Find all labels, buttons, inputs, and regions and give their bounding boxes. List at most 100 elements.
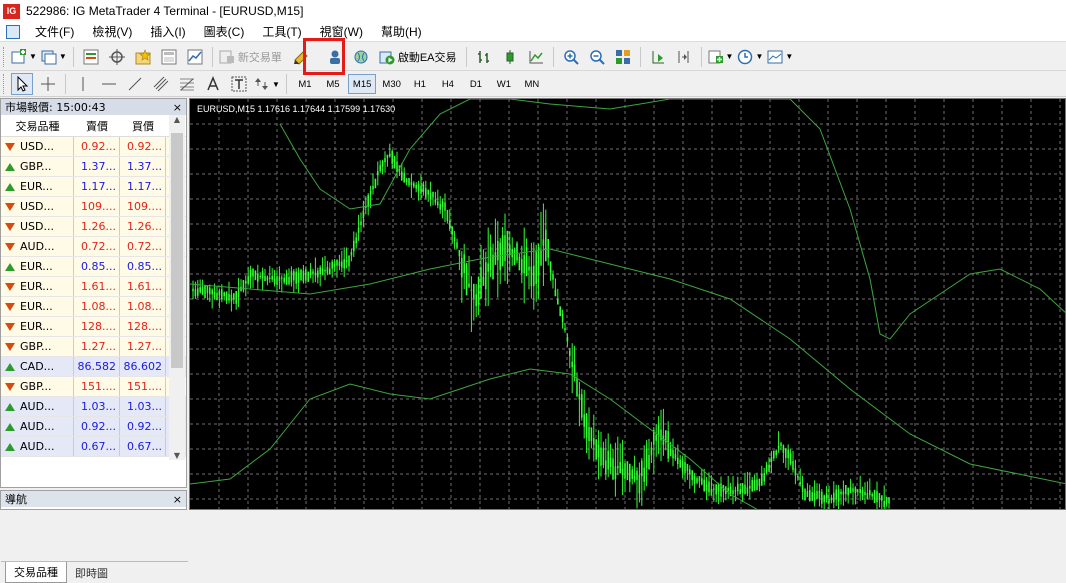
indicators-button[interactable]: ▼ <box>708 46 733 68</box>
timeframe-h4[interactable]: H4 <box>435 74 461 94</box>
tester-button[interactable] <box>184 46 206 68</box>
candle-body <box>629 463 631 483</box>
market-watch-row[interactable]: EUR... 1.17... 1.17... <box>1 177 186 197</box>
close-icon[interactable]: × <box>173 493 182 506</box>
timeframe-m30[interactable]: M30 <box>378 74 404 94</box>
data-window-button[interactable] <box>106 46 128 68</box>
column-header-ask[interactable]: 買價 <box>120 118 166 134</box>
close-icon[interactable]: × <box>173 101 182 114</box>
timeframe-h1[interactable]: H1 <box>407 74 433 94</box>
candlestick-button[interactable] <box>499 46 521 68</box>
market-watch-row[interactable]: EUR... 1.08... 1.08... <box>1 297 186 317</box>
candle-body <box>252 268 254 277</box>
bar-chart-button[interactable] <box>473 46 495 68</box>
tile-windows-button[interactable] <box>612 46 634 68</box>
timeframe-m5[interactable]: M5 <box>320 74 346 94</box>
candle-body <box>799 482 801 485</box>
market-watch-row[interactable]: GBP... 1.27... 1.27... <box>1 337 186 357</box>
market-watch-row[interactable]: AUD... 1.03... 1.03... <box>1 397 186 417</box>
horizontal-line-button[interactable] <box>98 73 120 95</box>
crosshair-button[interactable] <box>37 73 59 95</box>
candle-body <box>237 287 240 298</box>
menu-help[interactable]: 幫助(H) <box>372 23 431 40</box>
system-menu-icon[interactable] <box>6 24 20 39</box>
market-watch-row[interactable]: USD... 109.... 109.... <box>1 197 186 217</box>
trendline-button[interactable] <box>124 73 146 95</box>
toolbar-separator <box>700 46 702 67</box>
timeframe-w1[interactable]: W1 <box>491 74 517 94</box>
chart-window[interactable]: EURUSD,M15 1.17616 1.17644 1.17599 1.176… <box>189 98 1066 510</box>
candle-body <box>343 259 345 269</box>
strategy-tester-icon <box>187 49 203 64</box>
market-button[interactable] <box>350 46 372 68</box>
zoom-out-button[interactable] <box>586 46 608 68</box>
new-order-button[interactable]: 新交易單 <box>219 46 282 68</box>
fibonacci-button[interactable] <box>176 73 198 95</box>
profiles-button[interactable]: ▼ <box>41 46 67 68</box>
market-watch-row[interactable]: AUD... 0.72... 0.72... <box>1 237 186 257</box>
column-header-symbol[interactable]: 交易品種 <box>1 118 74 134</box>
cursor-button[interactable] <box>11 73 33 95</box>
text-button[interactable] <box>202 73 224 95</box>
market-watch-row[interactable]: AUD... 0.67... 0.67... <box>1 437 186 457</box>
line-chart-button[interactable] <box>525 46 547 68</box>
price-chart[interactable] <box>190 99 1066 510</box>
menu-file[interactable]: 文件(F) <box>26 23 83 40</box>
scroll-up-icon[interactable]: ▲ <box>169 115 185 124</box>
scrollbar-thumb[interactable] <box>171 133 183 368</box>
column-header-bid[interactable]: 賣價 <box>74 118 120 134</box>
market-watch-row[interactable]: GBP... 151.... 151.... <box>1 377 186 397</box>
line-chart-icon <box>529 50 543 63</box>
market-watch-row[interactable]: EUR... 0.85... 0.85... <box>1 257 186 277</box>
vertical-line-button[interactable] <box>72 73 94 95</box>
menu-insert[interactable]: 插入(I) <box>141 23 194 40</box>
toolbar-grip[interactable] <box>3 74 6 94</box>
market-watch-row[interactable]: CAD... 86.582 86.602 <box>1 357 186 377</box>
periods-button[interactable]: ▼ <box>737 46 763 68</box>
navigator-button[interactable] <box>132 46 154 68</box>
menu-view[interactable]: 檢視(V) <box>83 23 141 40</box>
menu-charts[interactable]: 圖表(C) <box>195 23 254 40</box>
candle-body <box>302 270 305 282</box>
zoom-in-button[interactable] <box>560 46 582 68</box>
menu-window[interactable]: 視窗(W) <box>311 23 372 40</box>
candle-body <box>847 487 849 496</box>
candle-body <box>547 239 549 258</box>
symbol-cell: EUR... <box>1 257 74 276</box>
timeframe-d1[interactable]: D1 <box>463 74 489 94</box>
candle-body <box>590 427 593 442</box>
market-watch-row[interactable]: AUD... 0.92... 0.92... <box>1 417 186 437</box>
auto-trading-button[interactable]: 啟動EA交易 <box>376 46 460 68</box>
auto-scroll-button[interactable] <box>647 46 669 68</box>
symbol-name: CAD... <box>20 360 55 373</box>
signals-button[interactable] <box>324 46 346 68</box>
tab-symbols[interactable]: 交易品種 <box>5 562 67 583</box>
scroll-down-icon[interactable]: ▼ <box>169 451 185 460</box>
terminal-button[interactable] <box>158 46 180 68</box>
market-watch-row[interactable]: EUR... 1.61... 1.61... <box>1 277 186 297</box>
vertical-scrollbar[interactable]: ▲ ▼ <box>169 115 185 460</box>
horizontal-line-icon <box>102 83 116 85</box>
timeframe-mn[interactable]: MN <box>519 74 545 94</box>
candle-body <box>235 290 237 304</box>
candle-body <box>885 496 888 503</box>
market-watch-row[interactable]: GBP... 1.37... 1.37... <box>1 157 186 177</box>
market-watch-button[interactable] <box>80 46 102 68</box>
timeframe-m1[interactable]: M1 <box>292 74 318 94</box>
chart-shift-button[interactable] <box>673 46 695 68</box>
market-watch-row[interactable]: USD... 0.92... 0.92... <box>1 137 186 157</box>
metaeditor-button[interactable] <box>290 46 312 68</box>
menu-tools[interactable]: 工具(T) <box>253 23 310 40</box>
equidistant-channel-button[interactable] <box>150 73 172 95</box>
new-chart-button[interactable]: ▼ <box>11 46 37 68</box>
candle-body <box>230 294 233 301</box>
bid-cell: 128.... <box>74 317 120 336</box>
timeframe-m15[interactable]: M15 <box>347 74 377 94</box>
market-watch-row[interactable]: USD... 1.26... 1.26... <box>1 217 186 237</box>
tab-tick-chart[interactable]: 即時圖 <box>67 563 116 583</box>
arrows-button[interactable]: ▼ <box>254 73 280 95</box>
market-watch-row[interactable]: EUR... 128.... 128.... <box>1 317 186 337</box>
templates-button[interactable]: ▼ <box>767 46 793 68</box>
toolbar-grip[interactable] <box>3 46 6 67</box>
text-label-button[interactable] <box>228 73 250 95</box>
